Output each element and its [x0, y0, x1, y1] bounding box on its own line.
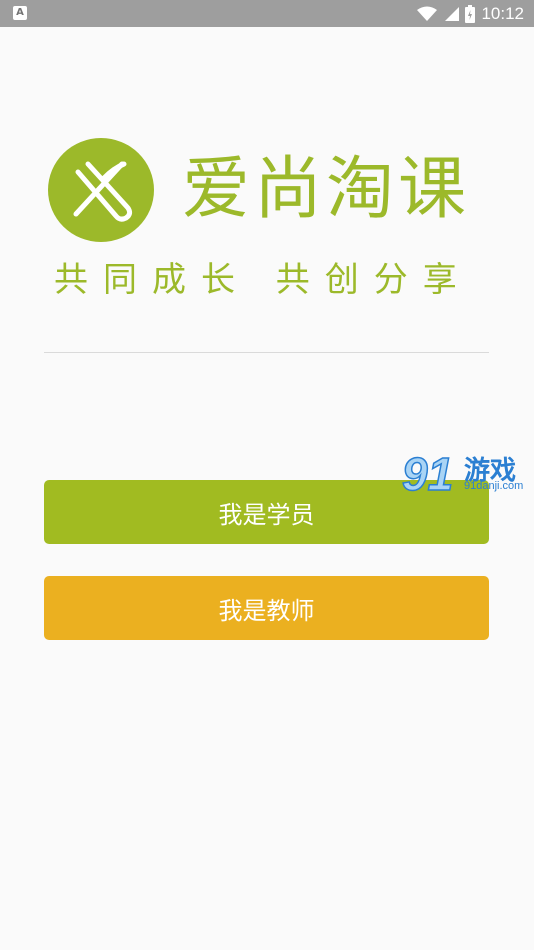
- teacher-button-label: 我是教师: [218, 596, 315, 625]
- status-bar: A 10:12: [0, 0, 534, 27]
- battery-icon: [465, 4, 476, 23]
- brand-name: 爱尚淘课: [182, 150, 471, 229]
- status-icons: 10:12: [417, 0, 524, 27]
- watermark-logo-icon: 91: [401, 447, 454, 501]
- watermark: 91 游戏 91danji.com: [400, 446, 534, 502]
- student-button-label: 我是学员: [218, 500, 315, 529]
- watermark-site: 91danji.com: [464, 480, 524, 492]
- notification-app-icon: A: [13, 6, 27, 20]
- brand-slogan: 共同成长 共创分享: [54, 260, 472, 300]
- wifi-icon: [417, 6, 438, 21]
- divider: [44, 352, 489, 353]
- app-logo-icon: [48, 138, 154, 242]
- status-time: 10:12: [481, 4, 524, 23]
- watermark-logo-text: 91: [402, 448, 453, 500]
- cellular-signal-icon: [445, 6, 460, 21]
- teacher-button[interactable]: 我是教师: [44, 576, 489, 640]
